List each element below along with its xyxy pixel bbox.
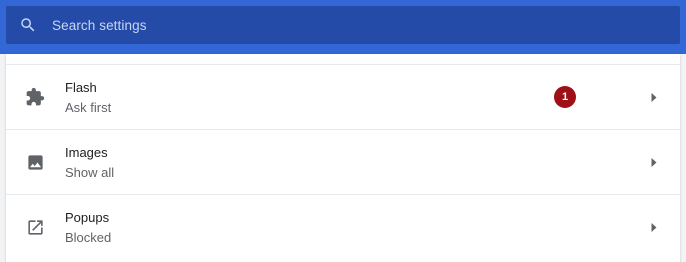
search-icon[interactable] — [8, 6, 48, 44]
setting-row-images[interactable]: Images Show all — [6, 130, 680, 195]
setting-subtitle: Show all — [65, 165, 115, 180]
setting-title: Flash — [65, 80, 97, 95]
setting-row-flash[interactable]: Flash Ask first 1 — [6, 65, 680, 130]
setting-title: Images — [65, 145, 108, 160]
error-badge: 1 — [554, 86, 576, 108]
content-settings-card: Flash Ask first 1 Images Show all Popups… — [6, 54, 680, 262]
puzzle-icon — [24, 86, 46, 108]
header: Search settings — [0, 0, 686, 54]
setting-title: Popups — [65, 210, 110, 225]
setting-text: Popups Blocked — [65, 209, 111, 246]
setting-subtitle: Blocked — [65, 230, 112, 245]
search-bar[interactable]: Search settings — [6, 6, 680, 44]
setting-text: Flash Ask first — [65, 79, 111, 116]
settings-window: Search settings Flash Ask first 1 Images… — [0, 0, 686, 262]
chevron-right-icon[interactable] — [650, 157, 658, 167]
card-divider — [6, 54, 680, 65]
open-in-new-icon — [24, 216, 46, 238]
chevron-right-icon[interactable] — [650, 222, 658, 232]
setting-subtitle: Ask first — [65, 100, 112, 115]
setting-row-popups[interactable]: Popups Blocked — [6, 195, 680, 259]
image-icon — [24, 151, 46, 173]
search-input[interactable]: Search settings — [52, 18, 147, 33]
chevron-right-icon[interactable] — [650, 92, 658, 102]
setting-text: Images Show all — [65, 144, 114, 181]
